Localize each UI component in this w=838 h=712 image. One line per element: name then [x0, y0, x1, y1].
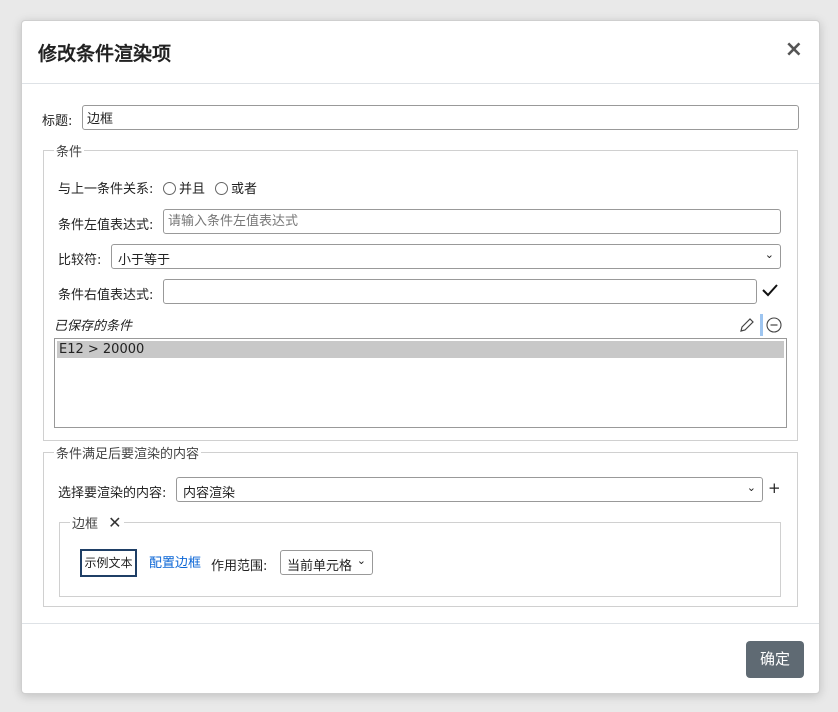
title-label: 标题:	[42, 114, 73, 129]
saved-condition-item[interactable]: E12 > 20000	[57, 341, 784, 358]
render-content-select[interactable]: 内容渲染 ⌄	[176, 477, 763, 502]
minus-circle-icon[interactable]	[766, 317, 782, 333]
dialog-header: 修改条件渲染项 ×	[22, 21, 819, 84]
pencil-icon[interactable]	[739, 318, 754, 333]
sample-text-box: 示例文本	[80, 549, 137, 577]
radio-and-label: 并且	[179, 182, 206, 197]
saved-conditions-list[interactable]: E12 > 20000	[54, 338, 787, 428]
operator-select[interactable]: 小于等于 ⌄	[111, 244, 781, 269]
radio-or-label: 或者	[231, 182, 258, 197]
radio-and-circle[interactable]	[163, 182, 176, 195]
close-button[interactable]: ×	[785, 37, 803, 63]
render-select-label: 选择要渲染的内容:	[58, 486, 167, 501]
chevron-down-icon: ⌄	[764, 248, 774, 261]
modify-condition-dialog: 修改条件渲染项 × 标题: 条件 与上一条件关系: 并且 或者 条件左值表达式:…	[21, 20, 820, 694]
left-expression-input[interactable]	[163, 209, 781, 234]
scope-label: 作用范围:	[211, 559, 268, 574]
border-legend: 边框 ✕	[70, 513, 124, 532]
left-expression-label: 条件左值表达式:	[58, 218, 154, 233]
add-render-button[interactable]: +	[768, 479, 781, 497]
radio-or-circle[interactable]	[215, 182, 228, 195]
right-expression-input[interactable]	[163, 279, 757, 304]
check-icon[interactable]	[762, 283, 778, 297]
config-border-link[interactable]: 配置边框	[149, 552, 201, 571]
right-expression-label: 条件右值表达式:	[58, 288, 154, 303]
radio-or[interactable]: 或者	[215, 178, 257, 197]
render-select-value: 内容渲染	[183, 486, 236, 501]
title-input[interactable]	[82, 105, 799, 130]
operator-value: 小于等于	[118, 253, 171, 268]
render-legend: 条件满足后要渲染的内容	[56, 447, 200, 462]
border-legend-text: 边框	[72, 517, 99, 532]
saved-conditions-label: 已保存的条件	[54, 319, 133, 334]
condition-legend: 条件	[56, 145, 83, 160]
scope-value: 当前单元格	[287, 559, 353, 574]
chevron-down-icon: ⌄	[356, 554, 366, 567]
dialog-title: 修改条件渲染项	[38, 43, 172, 65]
radio-and[interactable]: 并且	[163, 178, 205, 197]
chevron-down-icon: ⌄	[746, 481, 756, 494]
operator-label: 比较符:	[58, 253, 102, 268]
footer-divider	[22, 623, 819, 624]
remove-border-icon[interactable]: ✕	[108, 513, 121, 532]
ok-button[interactable]: 确定	[746, 641, 804, 678]
toolbar-divider	[760, 314, 763, 336]
scope-select[interactable]: 当前单元格 ⌄	[280, 550, 373, 575]
relation-label: 与上一条件关系:	[58, 182, 154, 197]
